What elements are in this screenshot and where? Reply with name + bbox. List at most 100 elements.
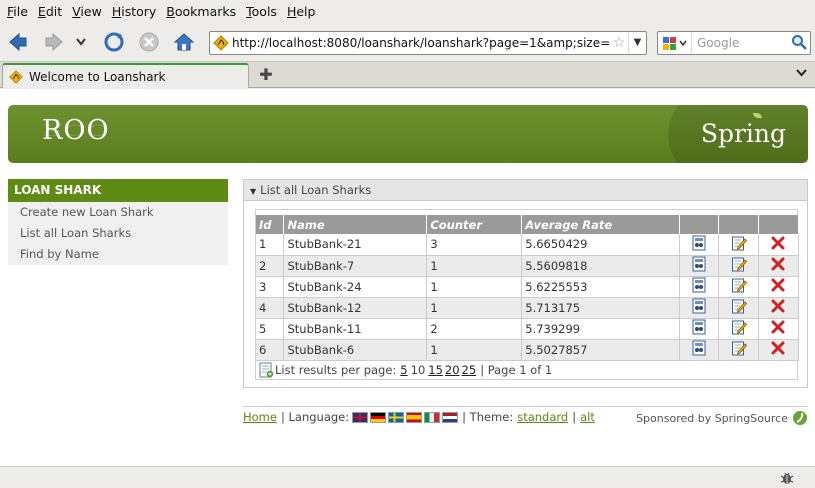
flag-sv-icon[interactable] <box>388 411 405 423</box>
reload-button[interactable] <box>102 30 126 54</box>
column-header-update <box>718 215 759 234</box>
menu-category-loan-shark: LOAN SHARK <box>8 179 228 202</box>
theme-standard-link[interactable]: standard <box>517 410 568 424</box>
home-button[interactable] <box>172 30 196 54</box>
menu-item-list[interactable]: List all Loan Sharks <box>8 223 228 244</box>
forward-button[interactable] <box>42 30 66 54</box>
create-new-icon[interactable] <box>258 362 274 378</box>
tab-loanshark[interactable]: Welcome to Loanshark <box>2 63 249 88</box>
delete-x-icon <box>771 320 785 334</box>
cell-average-rate: 5.5027857 <box>521 339 681 361</box>
search-engine-selector[interactable] <box>658 32 692 54</box>
column-header-counter: Counter <box>426 215 523 234</box>
page-size-15[interactable]: 15 <box>428 363 443 377</box>
back-button[interactable] <box>6 30 30 54</box>
action-cell <box>679 255 720 277</box>
page-content: ROO ROO Spring LOAN SHARK Create new Loa… <box>0 89 815 466</box>
search-bar[interactable]: Google <box>657 31 811 55</box>
menu-bookmarks[interactable]: Bookmarks <box>161 4 241 19</box>
flag-nl-icon[interactable] <box>442 411 459 423</box>
action-cell <box>718 297 759 319</box>
flag-de-icon[interactable] <box>370 411 387 423</box>
action-cell <box>758 234 800 256</box>
menu-tools[interactable]: Tools <box>241 4 282 19</box>
action-cell <box>679 234 720 256</box>
firebug-icon[interactable] <box>779 470 795 486</box>
menu-item-create[interactable]: Create new Loan Shark <box>8 202 228 223</box>
page-info: | Page 1 of 1 <box>480 363 553 377</box>
bookmark-star-icon[interactable]: ☆ <box>610 35 628 51</box>
delete-button[interactable] <box>771 278 785 295</box>
column-header-name: Name <box>283 215 428 234</box>
action-cell <box>758 255 800 277</box>
search-go-button[interactable] <box>788 34 810 53</box>
new-tab-button[interactable]: ✚ <box>257 66 275 84</box>
edit-pencil-icon <box>731 236 747 251</box>
footer: Home | Language: | Theme: standard | alt… <box>243 406 808 426</box>
delete-button[interactable] <box>771 257 785 274</box>
show-icon <box>692 319 706 335</box>
tab-list-chevron-icon[interactable] <box>796 67 807 80</box>
action-cell <box>679 318 720 340</box>
flag-en-icon[interactable] <box>352 411 369 423</box>
show-button[interactable] <box>691 319 707 338</box>
menu-view[interactable]: View <box>67 4 107 19</box>
theme-alt-link[interactable]: alt <box>580 410 595 424</box>
cell-counter: 1 <box>426 297 523 319</box>
show-button[interactable] <box>691 256 707 275</box>
table-header-row: Id Name Counter Average Rate <box>256 215 800 234</box>
menu-help[interactable]: Help <box>282 4 321 19</box>
cell-counter: 2 <box>426 318 523 340</box>
cell-name: StubBank-11 <box>283 318 428 340</box>
action-cell <box>718 255 759 277</box>
cell-average-rate: 5.6225553 <box>521 276 681 298</box>
page-size-20[interactable]: 20 <box>445 363 460 377</box>
flag-it-icon[interactable] <box>424 411 441 423</box>
delete-button[interactable] <box>771 341 785 358</box>
panel-header[interactable]: ▼ List all Loan Sharks <box>244 180 807 201</box>
action-cell <box>718 339 759 361</box>
menu-history[interactable]: History <box>107 4 161 19</box>
stop-button[interactable] <box>137 30 161 54</box>
menu-file[interactable]: File <box>2 4 33 19</box>
home-link[interactable]: Home <box>243 410 277 424</box>
google-icon <box>662 37 687 50</box>
springsource-logo-icon[interactable] <box>792 410 808 426</box>
action-cell <box>679 297 720 319</box>
cell-average-rate: 5.5609818 <box>521 255 681 277</box>
update-button[interactable] <box>731 277 747 296</box>
table-row: 3 StubBank-24 1 5.6225553 <box>256 276 800 298</box>
history-dropdown-button[interactable] <box>72 30 90 54</box>
edit-pencil-icon <box>731 320 747 335</box>
show-button[interactable] <box>691 340 707 359</box>
back-arrow-icon <box>9 32 27 52</box>
header-banner: ROO ROO Spring <box>8 105 808 163</box>
delete-button[interactable] <box>771 236 785 253</box>
show-button[interactable] <box>691 298 707 317</box>
delete-button[interactable] <box>771 320 785 337</box>
collapse-triangle-icon[interactable]: ▼ <box>250 187 256 196</box>
update-button[interactable] <box>731 256 747 275</box>
panel-body: Id Name Counter Average Rate 1 StubBank-2… <box>255 209 800 380</box>
menu-edit[interactable]: Edit <box>33 4 67 19</box>
url-dropdown-icon[interactable]: ▼ <box>628 32 646 54</box>
navigation-toolbar: http://localhost:8080/loanshark/loanshar… <box>0 22 815 62</box>
show-button[interactable] <box>691 277 707 296</box>
delete-button[interactable] <box>771 299 785 316</box>
theme-separator: | <box>572 410 577 424</box>
column-header-average-rate: Average Rate <box>521 215 681 234</box>
update-button[interactable] <box>731 319 747 338</box>
update-button[interactable] <box>731 340 747 359</box>
flag-es-icon[interactable] <box>406 411 423 423</box>
list-panel: ▼ List all Loan Sharks Id Name Counter Av… <box>243 179 808 388</box>
url-text[interactable]: http://localhost:8080/loanshark/loanshar… <box>232 36 610 50</box>
update-button[interactable] <box>731 235 747 254</box>
menu-item-find[interactable]: Find by Name <box>8 244 228 265</box>
show-button[interactable] <box>691 235 707 254</box>
search-input[interactable]: Google <box>692 36 788 50</box>
cell-counter: 3 <box>426 234 523 256</box>
url-bar[interactable]: http://localhost:8080/loanshark/loanshar… <box>209 31 647 55</box>
update-button[interactable] <box>731 298 747 317</box>
page-size-25[interactable]: 25 <box>462 363 477 377</box>
page-size-5[interactable]: 5 <box>400 363 407 377</box>
